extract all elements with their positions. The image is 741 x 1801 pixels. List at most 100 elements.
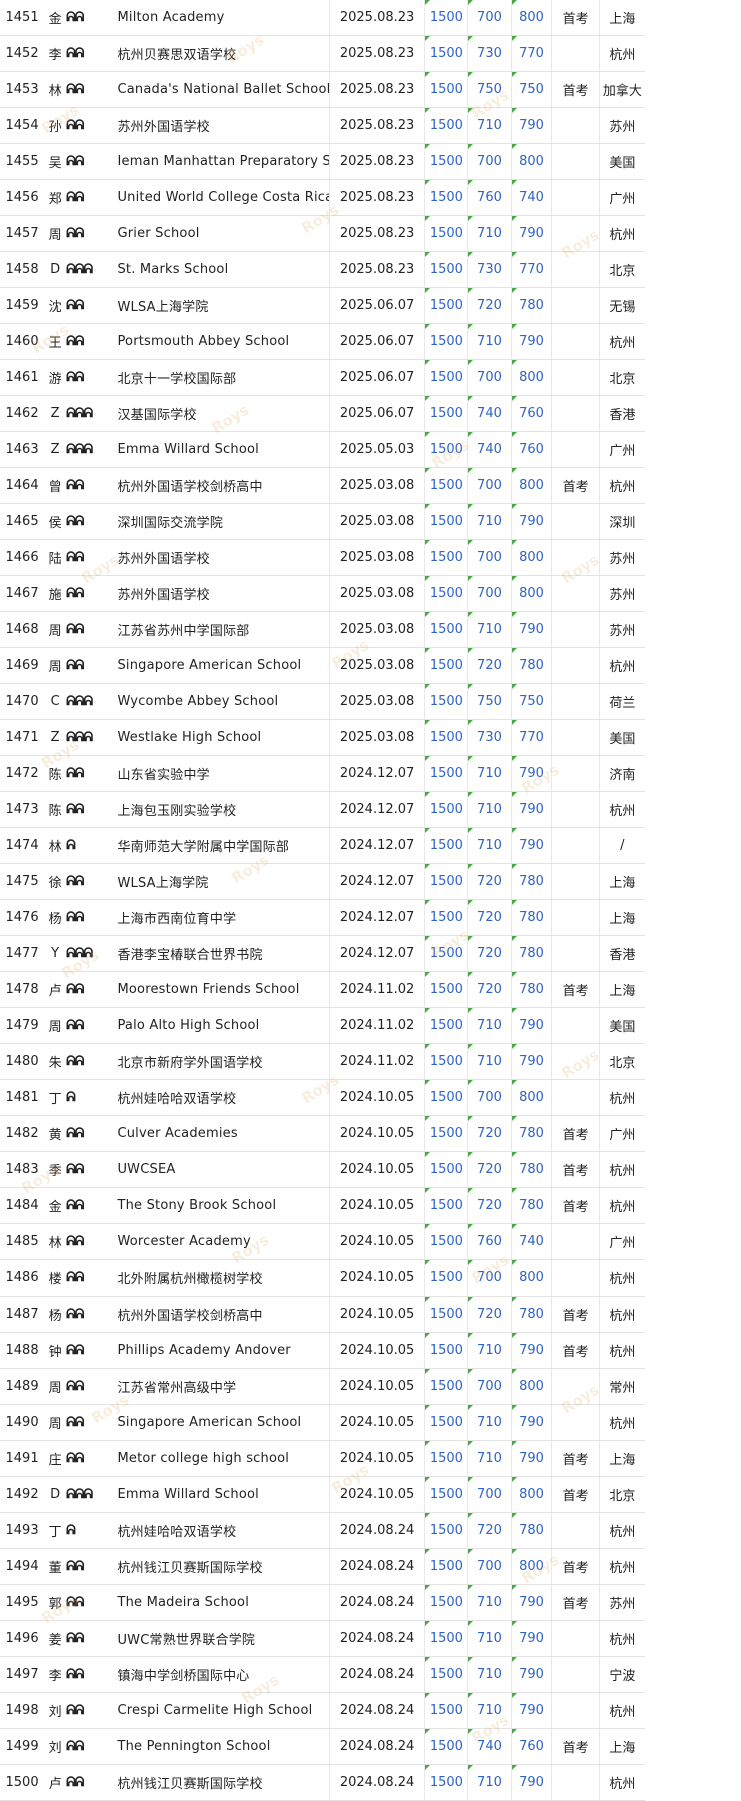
section-a-score: 710	[467, 1440, 512, 1477]
city: 香港	[599, 395, 645, 433]
person-icons: ᕱᕱ	[66, 1296, 115, 1333]
school-name: 杭州钱江贝赛斯国际学校	[114, 1764, 330, 1801]
table-row: 1497 李 ᕱᕱ 镇海中学剑桥国际中心 2024.08.24 1500 710 790 宁波	[0, 1656, 645, 1693]
serial-number: 1472	[0, 755, 45, 793]
person-icon: ᕱᕱ	[66, 622, 84, 638]
person-icon: ᕱᕱ	[66, 1738, 84, 1754]
exam-date: 2025.08.23	[329, 251, 426, 289]
first-attempt-badge	[551, 215, 600, 253]
table-row: 1495 郭 ᕱᕱ The Madeira School 2024.08.24 1500 7…	[0, 1584, 645, 1621]
person-icon: ᕱᕱ	[66, 1162, 84, 1178]
person-icons: ᕱᕱ	[66, 971, 115, 1009]
table-row: 1470 C ᕱᕱᕱ Wycombe Abbey School 2025.03.08 15…	[0, 683, 645, 721]
total-score: 1500	[424, 251, 469, 289]
serial-number: 1461	[0, 359, 45, 397]
person-icons: ᕱᕱ	[66, 1620, 115, 1657]
person-icon: ᕱᕱ	[66, 1630, 84, 1646]
section-a-score: 740	[467, 431, 512, 469]
first-attempt-badge: 首考	[551, 1548, 600, 1585]
first-attempt-badge	[551, 1692, 600, 1729]
table-row: 1452 李 ᕱᕱ 杭州贝赛思双语学校 2025.08.23 1500 730 770 杭州	[0, 35, 645, 72]
exam-date: 2024.10.05	[329, 1440, 426, 1477]
table-row: 1473 陈 ᕱᕱ 上海包玉刚实验学校 2024.12.07 1500 710 790 杭州	[0, 791, 645, 829]
section-b-score: 790	[511, 827, 553, 865]
city: 杭州	[599, 1296, 645, 1333]
school-name: Singapore American School	[114, 647, 330, 685]
section-b-score: 800	[511, 1079, 553, 1117]
section-a-score: 710	[467, 1007, 512, 1045]
table-row: 1469 周 ᕱᕱ Singapore American School 2025.03.…	[0, 647, 645, 685]
city: 加拿大	[599, 71, 645, 108]
total-score: 1500	[424, 1115, 469, 1153]
person-icon: ᕱᕱ	[66, 1270, 84, 1286]
section-b-score: 800	[511, 143, 553, 181]
total-score: 1500	[424, 1404, 469, 1441]
person-icon: ᕱᕱ	[66, 1774, 84, 1790]
person-icon: ᕱᕱ	[66, 874, 84, 890]
total-score: 1500	[424, 71, 469, 108]
exam-date: 2025.03.08	[329, 467, 426, 505]
first-attempt-badge: 首考	[551, 1151, 600, 1189]
first-attempt-badge: 首考	[551, 1728, 600, 1765]
total-score: 1500	[424, 1259, 469, 1297]
section-a-score: 700	[467, 1259, 512, 1297]
section-a-score: 700	[467, 143, 512, 181]
table-row: 1479 周 ᕱᕱ Palo Alto High School 2024.11.02 15…	[0, 1007, 645, 1045]
student-name: 周	[44, 1368, 67, 1405]
city: 北京	[599, 251, 645, 289]
exam-date: 2025.06.07	[329, 287, 426, 325]
serial-number: 1469	[0, 647, 45, 685]
exam-date: 2024.10.05	[329, 1404, 426, 1441]
student-name: 庄	[44, 1440, 67, 1477]
section-b-score: 800	[511, 575, 553, 613]
section-b-score: 780	[511, 1512, 553, 1549]
table-row: 1477 Y ᕱᕱᕱ 香港李宝椿联合世界书院 2024.12.07 1500 720 780 香…	[0, 935, 645, 973]
exam-date: 2025.08.23	[329, 107, 426, 145]
table-row: 1461 游 ᕱᕱ 北京十一学校国际部 2025.06.07 1500 700 800 北京	[0, 359, 645, 397]
exam-date: 2024.08.24	[329, 1692, 426, 1729]
total-score: 1500	[424, 1296, 469, 1333]
section-a-score: 710	[467, 755, 512, 793]
person-icon: ᕱᕱ	[66, 1126, 84, 1142]
section-a-score: 720	[467, 647, 512, 685]
serial-number: 1478	[0, 971, 45, 1009]
person-icons: ᕱᕱ	[66, 1692, 115, 1729]
section-b-score: 790	[511, 1043, 553, 1081]
first-attempt-badge	[551, 35, 600, 72]
student-name: 王	[44, 323, 67, 361]
school-name: 苏州外国语学校	[114, 539, 330, 577]
person-icons: ᕱᕱ	[66, 1368, 115, 1405]
section-b-score: 800	[511, 1548, 553, 1585]
school-name: 江苏省常州高级中学	[114, 1368, 330, 1405]
city: 香港	[599, 935, 645, 973]
table-row: 1453 林 ᕱᕱ Canada's National Ballet School 20…	[0, 71, 645, 108]
student-name: 郑	[44, 179, 67, 217]
student-name: 陈	[44, 791, 67, 829]
person-icons: ᕱᕱ	[66, 107, 115, 145]
exam-date: 2024.12.07	[329, 863, 426, 901]
section-a-score: 740	[467, 1728, 512, 1765]
section-b-score: 780	[511, 935, 553, 973]
first-attempt-badge	[551, 1007, 600, 1045]
person-icons: ᕱᕱ	[66, 503, 115, 541]
table-row: 1463 Z ᕱᕱᕱ Emma Willard School 2025.05.03 150…	[0, 431, 645, 469]
section-b-score: 790	[511, 1620, 553, 1657]
person-icon: ᕱᕱ	[66, 1342, 84, 1358]
exam-date: 2024.10.05	[329, 1259, 426, 1297]
person-icon: ᕱᕱ	[66, 370, 84, 386]
school-name: 杭州贝赛思双语学校	[114, 35, 330, 72]
exam-date: 2024.10.05	[329, 1079, 426, 1117]
person-icon: ᕱᕱ	[66, 298, 84, 314]
serial-number: 1474	[0, 827, 45, 865]
first-attempt-badge	[551, 755, 600, 793]
section-b-score: 760	[511, 1728, 553, 1765]
total-score: 1500	[424, 1187, 469, 1225]
first-attempt-badge	[551, 575, 600, 613]
total-score: 1500	[424, 899, 469, 937]
total-score: 1500	[424, 1728, 469, 1765]
person-icons: ᕱᕱ	[66, 611, 115, 649]
section-a-score: 720	[467, 1296, 512, 1333]
city: 广州	[599, 1115, 645, 1153]
total-score: 1500	[424, 107, 469, 145]
table-row: 1466 陆 ᕱᕱ 苏州外国语学校 2025.03.08 1500 700 800 苏州	[0, 539, 645, 577]
